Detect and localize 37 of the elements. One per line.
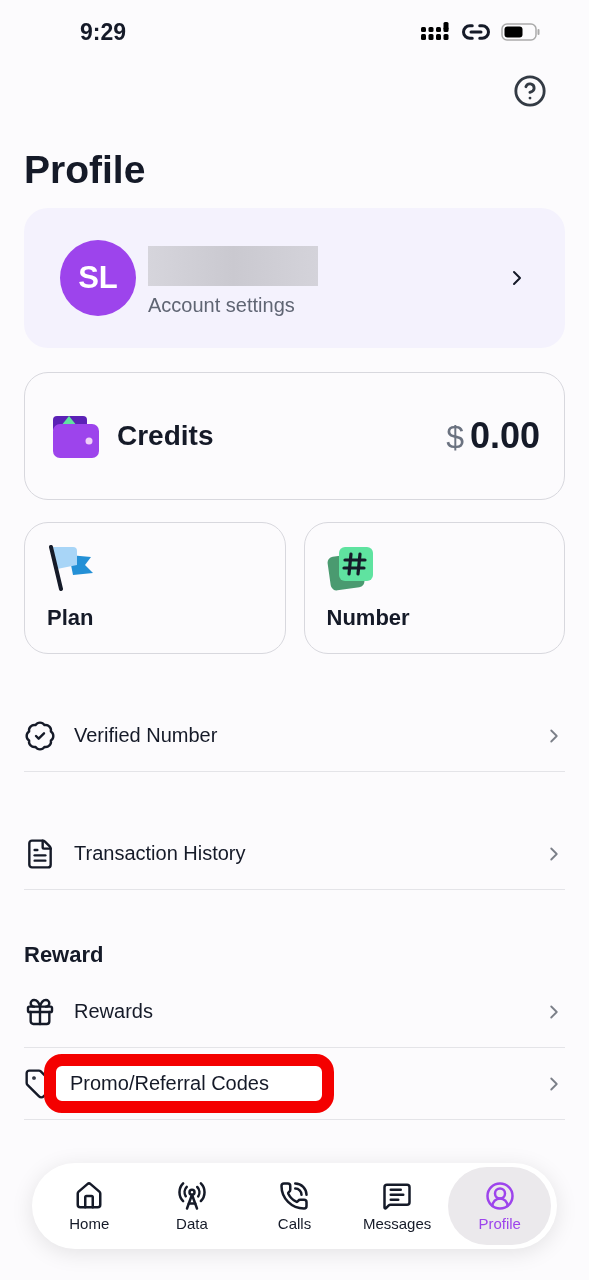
menu-label: Transaction History	[74, 842, 247, 865]
menu-row[interactable]: Verified Number	[24, 700, 565, 772]
avatar: SL	[60, 240, 136, 316]
signal-icon	[421, 22, 451, 42]
menu-row[interactable]: Transaction History	[24, 818, 565, 890]
hashtag-cards-icon	[326, 545, 375, 591]
page-title: Profile	[24, 148, 147, 192]
account-card[interactable]: SL Account settings	[24, 208, 565, 348]
currency-symbol: $	[446, 419, 464, 455]
verified-badge-icon	[24, 719, 56, 752]
credits-amount: 0.00	[469, 415, 540, 456]
credits-label: Credits	[117, 420, 215, 452]
tab-item[interactable]: Home	[38, 1167, 141, 1245]
status-time: 9:29	[80, 18, 127, 46]
wallet-icon	[53, 414, 99, 458]
menu-label: Promo/Referral Codes	[70, 1072, 270, 1095]
shortcut-tile[interactable]: Number	[303, 522, 565, 654]
battery-icon	[501, 22, 541, 42]
tile-label: Plan	[47, 605, 95, 631]
tab-item[interactable]: Messages	[345, 1167, 449, 1245]
account-subtitle: Account settings	[148, 293, 296, 317]
tab-item[interactable]: Profile	[448, 1167, 551, 1245]
section-title: Reward	[24, 942, 105, 968]
tab-item[interactable]: Data	[140, 1167, 244, 1245]
profile-icon	[484, 1180, 515, 1211]
menu-row[interactable]: Promo/Referral Codes	[24, 1048, 565, 1120]
tile-label: Number	[326, 605, 411, 631]
credits-card[interactable]: Credits $ 0.00	[24, 372, 565, 500]
menu-label: Rewards	[74, 1000, 154, 1023]
menu-row[interactable]: Rewards	[24, 976, 565, 1048]
shortcut-tile[interactable]: Plan	[24, 522, 286, 654]
antenna-icon	[176, 1180, 207, 1211]
tab-item[interactable]: Calls	[243, 1167, 346, 1245]
phone-icon	[279, 1180, 310, 1211]
help-icon[interactable]	[513, 74, 547, 108]
home-icon	[74, 1180, 105, 1211]
menu-label: Verified Number	[74, 724, 219, 747]
